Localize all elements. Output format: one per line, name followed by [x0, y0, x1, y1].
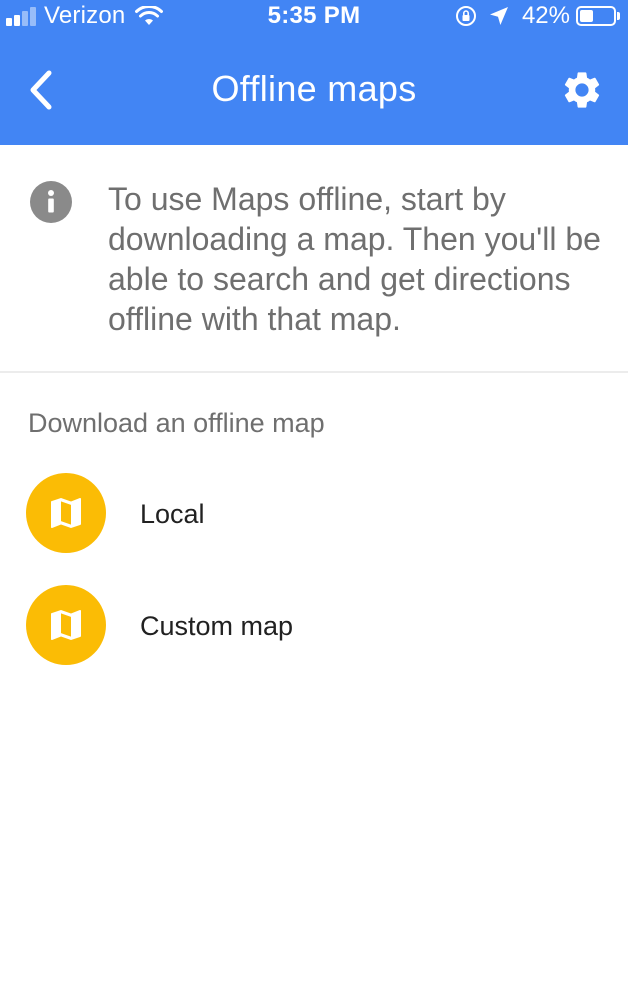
option-label: Local: [140, 499, 205, 529]
battery-fill: [580, 10, 593, 22]
gear-icon: [564, 72, 600, 108]
app-header: Verizon 5:35 PM 42% Offline maps: [0, 0, 628, 145]
info-panel: To use Maps offline, start by downloadin…: [0, 145, 628, 373]
status-bar: Verizon 5:35 PM 42%: [0, 0, 628, 30]
location-arrow-icon: [489, 7, 508, 25]
orientation-lock-icon: [455, 6, 476, 26]
download-option-local[interactable]: Local: [0, 463, 628, 563]
map-icon: [26, 473, 106, 553]
nav-bar: Offline maps: [0, 40, 628, 140]
info-text: To use Maps offline, start by downloadin…: [108, 181, 601, 337]
download-section-title: Download an offline map: [28, 408, 325, 438]
option-label: Custom map: [140, 611, 294, 641]
settings-button[interactable]: [556, 64, 608, 116]
battery-percent: 42%: [521, 2, 570, 29]
battery-nub: [617, 12, 620, 20]
info-icon: [30, 181, 72, 223]
status-right: 42%: [454, 2, 620, 30]
map-icon: [26, 585, 106, 665]
battery-icon: [576, 6, 616, 26]
download-option-custom-map[interactable]: Custom map: [0, 575, 628, 675]
page-title: Offline maps: [211, 68, 417, 109]
